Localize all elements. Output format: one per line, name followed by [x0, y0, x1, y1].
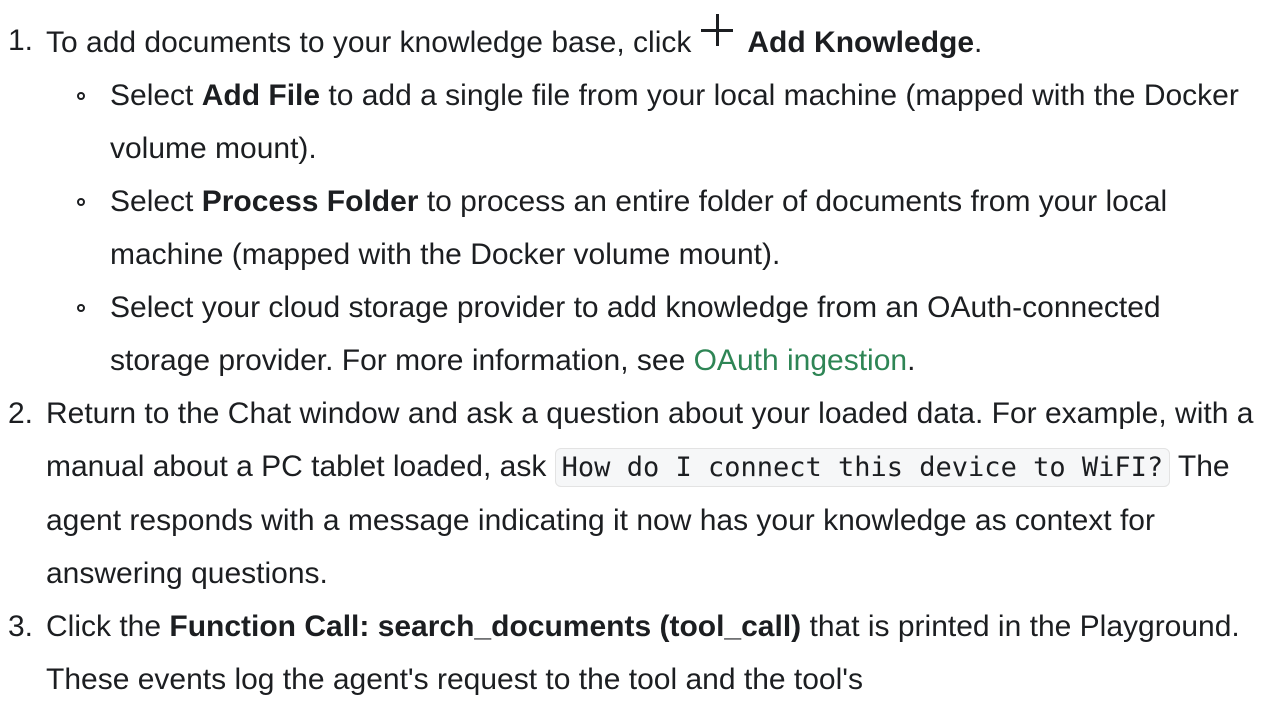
process-folder-label: Process Folder	[201, 185, 419, 218]
function-call-label: Function Call: search_documents (tool_ca…	[169, 610, 802, 643]
step-number: 2.	[8, 397, 34, 430]
step-text: To add documents to your knowledge base,…	[46, 26, 692, 59]
step-text-end: .	[974, 26, 983, 59]
instructions-content: 1. To add documents to your knowledge bas…	[0, 14, 1267, 706]
option-process-folder: Select Process Folder to process an enti…	[77, 175, 1267, 281]
option-cloud-storage: Select your cloud storage provider to ad…	[77, 281, 1267, 387]
bullet-marker	[77, 92, 85, 100]
steps-list: 1. To add documents to your knowledge bas…	[0, 14, 1267, 706]
add-options-list: Select Add File to add a single file fro…	[46, 69, 1267, 387]
add-file-label: Add File	[201, 79, 321, 112]
option-text: Select	[110, 79, 202, 112]
step-text: Click the	[46, 610, 170, 643]
add-knowledge-label: Add Knowledge	[747, 26, 975, 59]
option-text: Select your cloud storage provider to ad…	[110, 291, 1161, 377]
step-2: 2. Return to the Chat window and ask a qu…	[8, 387, 1267, 600]
bullet-marker	[77, 198, 85, 206]
option-text-end: .	[907, 344, 916, 377]
step-1: 1. To add documents to your knowledge bas…	[8, 14, 1267, 387]
example-question-code: How do I connect this device to WiFI?	[554, 448, 1171, 487]
step-3: 3. Click the Function Call: search_docume…	[8, 600, 1267, 706]
option-text: Select	[110, 185, 202, 218]
oauth-ingestion-link[interactable]: OAuth ingestion	[694, 344, 907, 377]
bullet-marker	[77, 304, 85, 312]
step-number: 3.	[8, 610, 34, 643]
option-add-file: Select Add File to add a single file fro…	[77, 69, 1267, 175]
plus-icon	[701, 14, 734, 46]
step-number: 1.	[8, 24, 34, 57]
